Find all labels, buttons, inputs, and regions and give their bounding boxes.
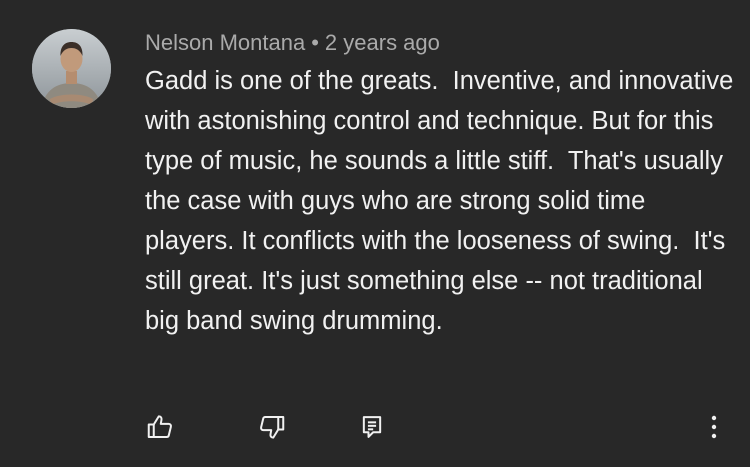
separator-dot: • [311, 30, 319, 55]
avatar[interactable] [32, 29, 111, 108]
thumbs-down-icon [260, 416, 285, 439]
dislike-button[interactable] [250, 405, 294, 449]
comment-timestamp[interactable]: 2 years ago [325, 30, 440, 55]
author-name[interactable]: Nelson Montana [145, 30, 305, 55]
more-actions-button[interactable] [692, 405, 736, 449]
comment-thread-item: Nelson Montana • 2 years ago Gadd is one o… [0, 0, 750, 467]
reply-button[interactable] [350, 405, 394, 449]
like-button[interactable] [138, 405, 182, 449]
comment-actions [0, 405, 750, 449]
reply-comment-icon [362, 416, 382, 438]
more-vertical-icon [711, 415, 717, 439]
comment-text: Gadd is one of the greats. Inventive, an… [145, 67, 748, 335]
avatar-image [32, 29, 111, 108]
thumbs-up-icon [147, 415, 172, 438]
comment-header: Nelson Montana • 2 years ago [145, 29, 440, 57]
